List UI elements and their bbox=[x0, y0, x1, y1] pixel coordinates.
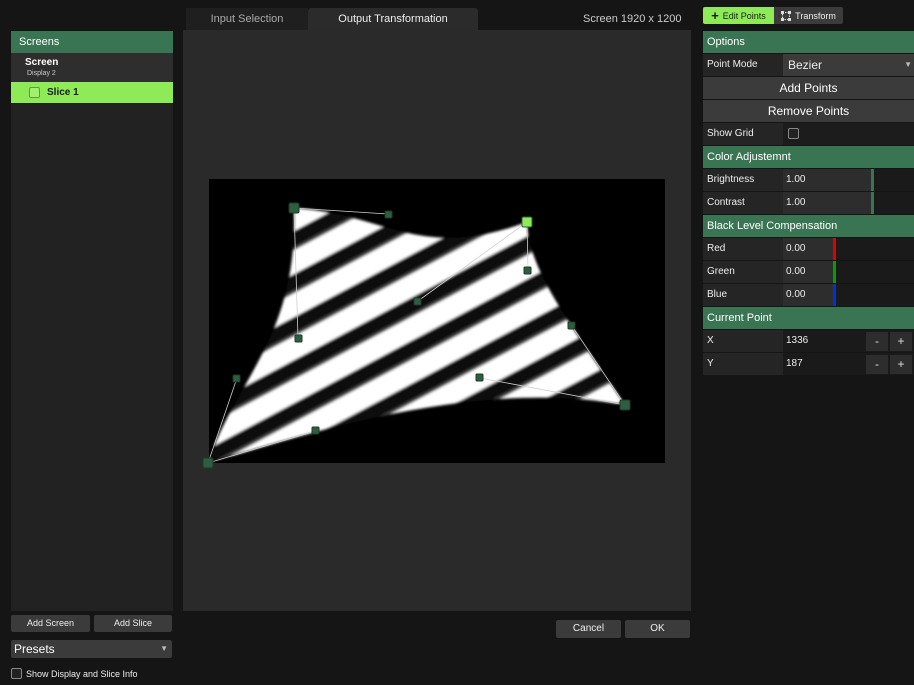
options-header: Options bbox=[703, 31, 914, 53]
plus-icon: + bbox=[711, 8, 719, 23]
green-slider-handle[interactable] bbox=[833, 261, 836, 283]
screens-panel: Screens Screen Display 2 Slice 1 bbox=[11, 31, 173, 611]
red-value: 0.00 bbox=[783, 238, 833, 260]
screen-item[interactable]: Screen Display 2 bbox=[11, 53, 173, 82]
warped-surface bbox=[208, 208, 625, 463]
slice-checkbox[interactable] bbox=[29, 87, 40, 98]
y-decrement-button[interactable]: - bbox=[866, 355, 888, 374]
blue-slider-handle[interactable] bbox=[833, 284, 836, 306]
screen-name: Screen bbox=[25, 57, 59, 68]
handle-point[interactable] bbox=[413, 297, 422, 306]
remove-points-button[interactable]: Remove Points bbox=[703, 100, 914, 122]
green-label: Green bbox=[703, 261, 783, 283]
show-grid-label: Show Grid bbox=[703, 123, 783, 145]
corner-point[interactable] bbox=[288, 202, 300, 214]
chevron-down-icon: ▼ bbox=[904, 60, 912, 69]
add-screen-button[interactable]: Add Screen bbox=[11, 615, 90, 632]
blue-value: 0.00 bbox=[783, 284, 833, 306]
blue-label: Blue bbox=[703, 284, 783, 306]
tab-input-selection[interactable]: Input Selection bbox=[186, 8, 308, 30]
add-points-button[interactable]: Add Points bbox=[703, 77, 914, 99]
transform-label: Transform bbox=[795, 10, 836, 21]
point-mode-select[interactable]: Bezier ▼ bbox=[783, 54, 914, 76]
y-value: 187 bbox=[786, 358, 803, 369]
contrast-slider[interactable]: 1.00 bbox=[783, 192, 914, 214]
contrast-row: Contrast 1.00 bbox=[703, 192, 914, 214]
y-increment-button[interactable]: + bbox=[890, 355, 912, 374]
green-row: Green 0.00 bbox=[703, 261, 914, 283]
warp-mesh[interactable] bbox=[183, 30, 691, 611]
black-level-header: Black Level Compensation bbox=[703, 215, 914, 237]
show-info-label: Show Display and Slice Info bbox=[26, 668, 138, 679]
cancel-button[interactable]: Cancel bbox=[556, 620, 621, 638]
corner-point[interactable] bbox=[202, 457, 214, 469]
brightness-slider[interactable]: 1.00 bbox=[783, 169, 914, 191]
chevron-down-icon: ▼ bbox=[160, 644, 168, 653]
contrast-value: 1.00 bbox=[783, 192, 871, 214]
show-grid-checkbox[interactable] bbox=[788, 128, 799, 139]
screen-display: Display 2 bbox=[27, 70, 56, 77]
red-slider[interactable]: 0.00 bbox=[783, 238, 914, 260]
selected-corner-point[interactable] bbox=[521, 216, 533, 228]
red-slider-handle[interactable] bbox=[833, 238, 836, 260]
x-value: 1336 bbox=[786, 335, 809, 346]
slice-name: Slice 1 bbox=[47, 87, 79, 98]
screen-resolution: Screen 1920 x 1200 bbox=[583, 13, 682, 25]
edit-points-button[interactable]: + Edit Points bbox=[703, 7, 774, 24]
point-mode-label: Point Mode bbox=[703, 54, 783, 76]
show-grid-row: Show Grid bbox=[703, 123, 914, 145]
brightness-row: Brightness 1.00 bbox=[703, 169, 914, 191]
transform-icon bbox=[781, 10, 792, 21]
show-info-checkbox[interactable] bbox=[11, 668, 22, 679]
tab-output-transformation[interactable]: Output Transformation bbox=[308, 8, 478, 30]
y-row: Y 187 - + bbox=[703, 353, 914, 375]
contrast-label: Contrast bbox=[703, 192, 783, 214]
handle-point[interactable] bbox=[311, 426, 320, 435]
brightness-label: Brightness bbox=[703, 169, 783, 191]
corner-point[interactable] bbox=[619, 399, 631, 411]
properties-panel: Options Point Mode Bezier ▼ Add Points R… bbox=[703, 31, 914, 376]
add-slice-button[interactable]: Add Slice bbox=[94, 615, 172, 632]
show-info-option[interactable]: Show Display and Slice Info bbox=[11, 668, 138, 679]
handle-point[interactable] bbox=[475, 373, 484, 382]
x-label: X bbox=[703, 330, 783, 352]
handle-point[interactable] bbox=[384, 210, 393, 219]
handle-point[interactable] bbox=[294, 334, 303, 343]
red-label: Red bbox=[703, 238, 783, 260]
contrast-slider-handle[interactable] bbox=[871, 192, 874, 214]
current-point-header: Current Point bbox=[703, 307, 914, 329]
x-increment-button[interactable]: + bbox=[890, 332, 912, 351]
x-decrement-button[interactable]: - bbox=[866, 332, 888, 351]
x-row: X 1336 - + bbox=[703, 330, 914, 352]
x-field[interactable]: 1336 - + bbox=[783, 330, 914, 352]
blue-row: Blue 0.00 bbox=[703, 284, 914, 306]
blue-slider[interactable]: 0.00 bbox=[783, 284, 914, 306]
red-row: Red 0.00 bbox=[703, 238, 914, 260]
handle-point[interactable] bbox=[232, 374, 241, 383]
presets-dropdown[interactable]: Presets ▼ bbox=[11, 640, 172, 658]
green-value: 0.00 bbox=[783, 261, 833, 283]
slice-item[interactable]: Slice 1 bbox=[11, 82, 173, 103]
point-mode-value: Bezier bbox=[788, 58, 823, 72]
presets-label: Presets bbox=[14, 642, 55, 656]
ok-button[interactable]: OK bbox=[625, 620, 690, 638]
transform-button[interactable]: Transform bbox=[774, 7, 843, 24]
edit-points-label: Edit Points bbox=[722, 10, 766, 21]
handle-point[interactable] bbox=[523, 266, 532, 275]
y-field[interactable]: 187 - + bbox=[783, 353, 914, 375]
point-mode-row: Point Mode Bezier ▼ bbox=[703, 54, 914, 76]
brightness-slider-handle[interactable] bbox=[871, 169, 874, 191]
handle-point[interactable] bbox=[567, 321, 576, 330]
screens-header: Screens bbox=[11, 31, 173, 53]
brightness-value: 1.00 bbox=[783, 169, 871, 191]
y-label: Y bbox=[703, 353, 783, 375]
green-slider[interactable]: 0.00 bbox=[783, 261, 914, 283]
color-adjustment-header: Color Adjustemnt bbox=[703, 146, 914, 168]
